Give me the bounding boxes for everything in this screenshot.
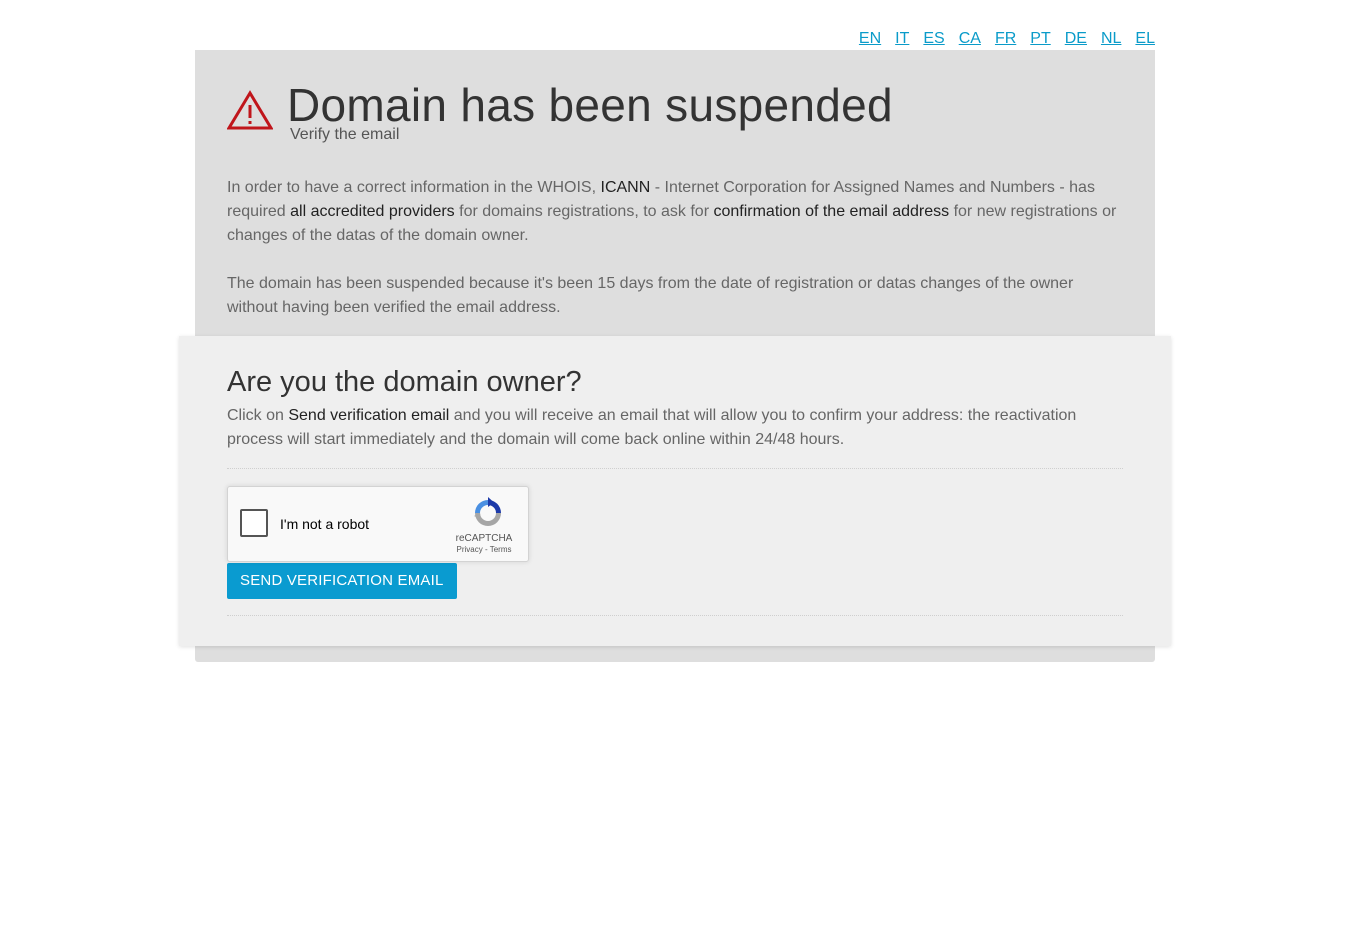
owner-heading: Are you the domain owner?: [227, 366, 582, 398]
recaptcha-logo-icon: [474, 497, 501, 526]
panel-bottom-strip: [195, 644, 1155, 662]
suspension-notice-panel: Domain has been suspended Verify the ema…: [195, 50, 1155, 340]
lang-link-de[interactable]: DE: [1065, 30, 1087, 48]
recaptcha-privacy-terms[interactable]: Privacy - Terms: [452, 545, 516, 554]
page: EN IT ES CA FR PT DE NL EL Domain has be…: [0, 0, 1350, 940]
recaptcha-label: I'm not a robot: [280, 516, 370, 532]
recaptcha-brand: reCAPTCHA: [455, 533, 513, 544]
domain-owner-panel: Are you the domain owner? Click on Send …: [179, 336, 1171, 646]
intro-text: for domains registrations, to ask for: [454, 203, 714, 220]
lang-link-en[interactable]: EN: [859, 30, 881, 48]
intro-text: In order to have a correct information i…: [227, 179, 601, 196]
owner-text: Click on: [227, 407, 289, 424]
lang-link-es[interactable]: ES: [923, 30, 944, 48]
lang-link-it[interactable]: IT: [895, 30, 909, 48]
lang-link-fr[interactable]: FR: [995, 30, 1016, 48]
providers-highlight: all accredited providers: [290, 203, 455, 220]
divider: [227, 468, 1123, 469]
send-verification-email-button[interactable]: SEND VERIFICATION EMAIL: [227, 563, 457, 599]
owner-instructions: Click on Send verification email and you…: [227, 404, 1123, 452]
send-email-highlight: Send verification email: [288, 407, 450, 424]
recaptcha-checkbox[interactable]: [240, 509, 268, 537]
recaptcha-widget: I'm not a robot reCAPTCHA Privacy - Term…: [227, 486, 529, 562]
language-selector: EN IT ES CA FR PT DE NL EL: [859, 30, 1155, 48]
lang-link-ca[interactable]: CA: [959, 30, 981, 48]
lang-link-el[interactable]: EL: [1135, 30, 1155, 48]
icann-highlight: ICANN: [600, 179, 651, 196]
divider: [227, 615, 1123, 616]
confirmation-highlight: confirmation of the email address: [713, 203, 950, 220]
page-title: Domain has been suspended: [287, 79, 893, 131]
page-subtitle: Verify the email: [290, 126, 400, 143]
icann-explanation: In order to have a correct information i…: [227, 176, 1123, 248]
lang-link-nl[interactable]: NL: [1101, 30, 1121, 48]
lang-link-pt[interactable]: PT: [1030, 30, 1050, 48]
title-row: Domain has been suspended Verify the ema…: [227, 78, 1123, 148]
warning-icon: [227, 90, 273, 130]
suspension-reason: The domain has been suspended because it…: [227, 275, 1074, 316]
